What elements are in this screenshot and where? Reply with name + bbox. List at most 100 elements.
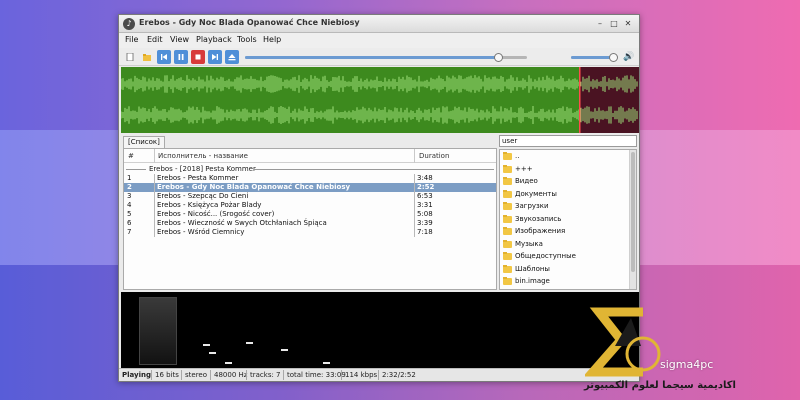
pause-button[interactable]: [174, 50, 188, 64]
spectrum-peak: [209, 352, 216, 354]
status-total-time: total time: 33:09: [287, 371, 346, 379]
spectrum-peak: [225, 362, 232, 364]
table-row[interactable]: 6 Erebos - Wieczność w Swych Otchłaniach …: [124, 219, 496, 228]
cell-separator: [414, 174, 415, 183]
spectrum-peak: [281, 349, 288, 351]
status-channels: stereo: [185, 371, 208, 379]
cell-separator: [414, 183, 415, 192]
table-row[interactable]: 3 Erebos - Szepcąc Do Cieni 6:53: [124, 192, 496, 201]
list-item[interactable]: Звукозапись: [500, 213, 636, 226]
list-item[interactable]: Видео: [500, 175, 636, 188]
folder-label: Загрузки: [515, 202, 549, 210]
column-number[interactable]: #: [128, 152, 134, 160]
list-item[interactable]: Общедоступные: [500, 250, 636, 263]
eject-button[interactable]: [225, 50, 239, 64]
folder-icon: [503, 252, 512, 260]
status-separator: [246, 370, 247, 380]
cell-separator: [154, 219, 155, 228]
app-icon: ♪: [123, 18, 135, 30]
column-title[interactable]: Исполнитель - название: [158, 152, 248, 160]
toolbar: 🔊: [119, 48, 639, 66]
volume-fill: [571, 56, 614, 59]
status-rate: 48000 Hz: [214, 371, 248, 379]
file-browser: user .. +++ Видео Документы Загрузки Зву…: [499, 135, 637, 290]
cell-separator: [414, 192, 415, 201]
status-separator: [181, 370, 182, 380]
cell-separator: [154, 174, 155, 183]
close-button[interactable]: ✕: [623, 18, 633, 29]
next-icon: [212, 54, 218, 60]
list-item[interactable]: Шаблоны: [500, 263, 636, 276]
list-item[interactable]: ..: [500, 150, 636, 163]
table-row-selected[interactable]: 2 Erebos - Gdy Noc Blada Opanować Chce Ni…: [124, 183, 496, 192]
previous-button[interactable]: [157, 50, 171, 64]
menu-edit[interactable]: Edit: [147, 35, 163, 44]
seek-fill: [245, 56, 499, 59]
menu-tools[interactable]: Tools: [237, 35, 257, 44]
next-button[interactable]: [208, 50, 222, 64]
folder-icon: [503, 152, 512, 160]
folder-icon: [503, 177, 512, 185]
folder-icon: [503, 164, 512, 173]
minimize-button[interactable]: –: [595, 18, 605, 29]
folder-label: Видео: [515, 177, 538, 185]
tab-playlist[interactable]: [Список]: [123, 136, 165, 148]
stop-button[interactable]: [191, 50, 205, 64]
list-item[interactable]: Загрузки: [500, 200, 636, 213]
track-title: Erebos - Wieczność w Swych Otchłaniach Ś…: [157, 219, 327, 227]
list-item[interactable]: Изображения: [500, 225, 636, 238]
table-row[interactable]: 5 Erebos - Nicość... (Srogość cover) 5:08: [124, 210, 496, 219]
open-folder-button[interactable]: [140, 50, 154, 64]
table-row[interactable]: 7 Erebos - Wśród Ciemnicy 7:18: [124, 228, 496, 237]
list-item[interactable]: Музыка: [500, 238, 636, 251]
track-number: 3: [127, 192, 132, 200]
watermark-arabic: اكاديمية سيجما لعلوم الكمبيوتر: [584, 380, 736, 391]
folder-icon: [503, 202, 512, 210]
seek-slider[interactable]: [245, 53, 527, 62]
track-duration: 3:48: [417, 174, 433, 182]
maximize-button[interactable]: □: [609, 18, 619, 29]
folder-icon: [503, 239, 512, 248]
folder-icon: [503, 189, 512, 198]
file-list: .. +++ Видео Документы Загрузки Звукозап…: [499, 149, 637, 290]
file-list-scrollbar[interactable]: [629, 150, 636, 289]
cell-separator: [414, 210, 415, 219]
folder-label: Шаблоны: [515, 264, 550, 273]
group-line-left: [126, 169, 146, 170]
column-separator: [414, 149, 415, 163]
track-number: 5: [127, 210, 132, 218]
menu-bar: File Edit View Playback Tools Help: [119, 33, 639, 48]
track-number: 1: [127, 174, 132, 182]
scroll-thumb[interactable]: [631, 152, 635, 272]
list-item[interactable]: +++: [500, 163, 636, 176]
sigma4pc-logo: [585, 307, 661, 377]
waveform-channel: [121, 106, 638, 124]
path-field[interactable]: user: [499, 135, 637, 147]
status-separator: [283, 370, 284, 380]
menu-view[interactable]: View: [170, 35, 189, 44]
title-bar[interactable]: ♪ Erebos - Gdy Noc Blada Opanować Chce N…: [119, 15, 639, 33]
table-row[interactable]: 1 Erebos - Pesta Kommer 3:48: [124, 174, 496, 183]
column-duration[interactable]: Duration: [419, 152, 449, 160]
list-item[interactable]: bin.image: [500, 275, 636, 288]
menu-file[interactable]: File: [125, 35, 138, 44]
playhead-cursor: [579, 67, 581, 133]
visualizer-panel: [121, 292, 639, 369]
status-separator: [210, 370, 211, 380]
album-group-header: Erebos - [2018] Pesta Kommer: [124, 165, 496, 174]
cell-separator: [414, 228, 415, 237]
table-row[interactable]: 4 Erebos - Księżyca Pożar Blady 3:31: [124, 201, 496, 210]
menu-help[interactable]: Help: [263, 35, 281, 44]
status-bar: Playing 16 bits stereo 48000 Hz tracks: …: [119, 368, 639, 381]
window-title: Erebos - Gdy Noc Blada Opanować Chce Nie…: [139, 18, 360, 27]
list-item[interactable]: Документы: [500, 188, 636, 201]
track-title: Erebos - Księżyca Pożar Blady: [157, 201, 262, 209]
menu-playback[interactable]: Playback: [196, 35, 232, 44]
speaker-icon[interactable]: 🔊: [623, 51, 635, 63]
new-playlist-button[interactable]: [123, 50, 137, 64]
seek-handle[interactable]: [494, 53, 504, 62]
volume-slider[interactable]: [571, 53, 619, 62]
track-number: 6: [127, 219, 132, 227]
volume-handle[interactable]: [609, 53, 619, 62]
waveform-display[interactable]: [121, 67, 639, 133]
